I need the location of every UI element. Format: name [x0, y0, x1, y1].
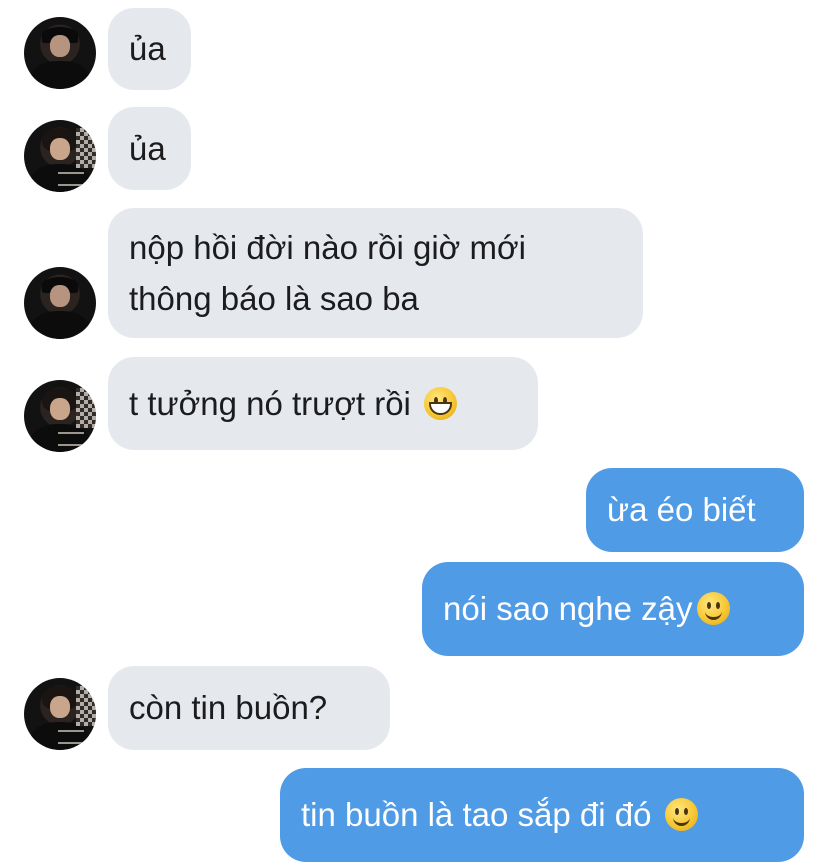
message-line: nộp hồi đời nào rồi giờ mới — [129, 229, 526, 266]
message-text: ừa éo biết — [607, 491, 756, 528]
message-bubble-outgoing[interactable]: tin buồn là tao sắp đi đó — [280, 768, 804, 862]
message-text: còn tin buồn? — [129, 689, 328, 726]
message-text: ủa — [129, 130, 166, 167]
message-bubble-incoming[interactable]: còn tin buồn? — [108, 666, 390, 750]
slightly-smiling-face-emoji — [696, 592, 730, 625]
message-bubble-incoming[interactable]: t tưởng nó trượt rồi — [108, 357, 538, 450]
chat-thread: ủa ủa nộp hồi đời nào rồi giờ mới thông … — [0, 0, 828, 862]
message-text: nói sao nghe zậy — [443, 590, 693, 627]
message-bubble-incoming[interactable]: nộp hồi đời nào rồi giờ mới thông báo là… — [108, 208, 643, 338]
grinning-face-emoji — [424, 387, 458, 420]
message-bubble-incoming[interactable]: ủa — [108, 107, 191, 190]
avatar-checker[interactable] — [24, 678, 96, 750]
avatar-hat[interactable] — [24, 17, 96, 89]
message-text: t tưởng nó trượt rồi — [129, 385, 411, 422]
message-bubble-incoming[interactable]: ủa — [108, 8, 191, 90]
message-line: thông báo là sao ba — [129, 280, 419, 317]
slightly-smiling-face-emoji — [664, 798, 698, 831]
message-bubble-outgoing[interactable]: ừa éo biết — [586, 468, 804, 552]
message-text: ủa — [129, 30, 166, 67]
avatar-checker[interactable] — [24, 120, 96, 192]
avatar-checker[interactable] — [24, 380, 96, 452]
message-bubble-outgoing[interactable]: nói sao nghe zậy — [422, 562, 804, 656]
avatar-hat[interactable] — [24, 267, 96, 339]
message-text: tin buồn là tao sắp đi đó — [301, 796, 652, 833]
